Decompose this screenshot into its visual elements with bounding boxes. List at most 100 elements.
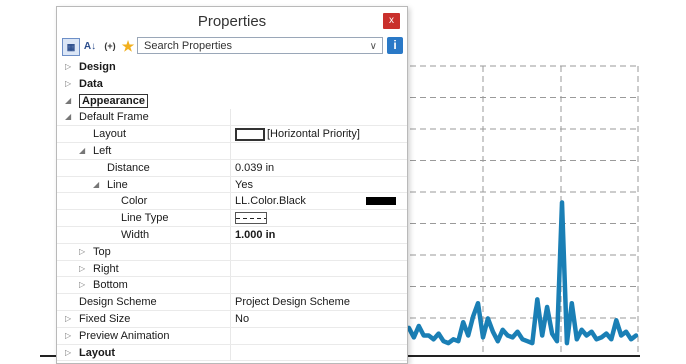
property-row[interactable]: ◢ Appearance — [57, 93, 407, 110]
property-name-text: Design — [79, 61, 116, 73]
column-divider — [230, 109, 231, 126]
property-row[interactable]: Width 1.000 in — [57, 226, 407, 244]
property-name-text: Top — [93, 245, 111, 258]
property-value-text: Project Design Scheme — [235, 296, 350, 309]
property-name-text: Line Type — [121, 212, 169, 225]
property-value[interactable]: 1.000 in — [235, 227, 275, 244]
close-button[interactable]: x — [383, 13, 400, 29]
property-name-text: Data — [79, 77, 103, 90]
property-row[interactable]: Color LL.Color.Black — [57, 193, 407, 211]
property-value[interactable]: Yes — [235, 177, 253, 194]
property-row[interactable]: Design Scheme Project Design Scheme — [57, 294, 407, 311]
property-value[interactable] — [235, 210, 267, 227]
collapse-arrow-icon[interactable]: ▷ — [79, 277, 85, 294]
property-name: Width — [121, 227, 149, 244]
property-row[interactable]: ◢ Line Yes — [57, 176, 407, 194]
property-row[interactable]: ▷ Top — [57, 243, 407, 261]
property-value[interactable]: No — [235, 311, 249, 328]
property-name: Distance — [107, 160, 150, 177]
collapse-arrow-icon[interactable]: ▷ — [65, 76, 71, 93]
column-divider — [230, 294, 231, 310]
property-name-text: Layout — [93, 128, 127, 141]
title-bar: Properties x — [57, 7, 407, 35]
property-name: Bottom — [93, 277, 128, 294]
info-button[interactable]: i — [387, 37, 403, 54]
property-name-text: Left — [93, 144, 112, 157]
property-value[interactable]: 0.039 in — [235, 160, 274, 177]
property-row[interactable]: ▷ Fixed Size No — [57, 310, 407, 328]
collapse-arrow-icon[interactable]: ▷ — [65, 59, 71, 76]
column-divider — [230, 142, 231, 159]
favorites-star-icon[interactable]: ★ — [120, 38, 136, 54]
property-row[interactable]: Distance 0.039 in — [57, 159, 407, 177]
column-divider — [230, 277, 231, 294]
property-row[interactable]: ◢ Left — [57, 142, 407, 160]
property-name: Design — [79, 59, 116, 76]
property-name-text: Layout — [79, 346, 116, 359]
column-divider — [230, 310, 231, 327]
property-value-text: 0.039 in — [235, 161, 275, 174]
column-divider — [230, 159, 231, 176]
collapse-arrow-icon[interactable]: ▷ — [79, 244, 85, 261]
collapse-arrow-icon[interactable]: ▷ — [65, 311, 71, 328]
property-row[interactable]: Line Type — [57, 210, 407, 227]
property-row[interactable]: ▷ Layout — [57, 344, 407, 362]
property-name: Line — [107, 177, 128, 194]
expand-arrow-icon[interactable]: ◢ — [65, 93, 71, 110]
formula-icon[interactable]: (+) — [100, 38, 120, 54]
column-divider — [230, 260, 231, 277]
property-name-text: Preview Animation — [79, 329, 170, 342]
line-type-preview — [235, 212, 267, 225]
property-name: Layout — [93, 126, 126, 143]
expand-arrow-icon[interactable]: ◢ — [65, 109, 71, 126]
column-divider — [230, 226, 231, 243]
search-properties-input[interactable]: Search Properties ∨ — [137, 37, 383, 54]
collapse-arrow-icon[interactable]: ▷ — [79, 261, 85, 278]
property-row[interactable]: ◢ Default Frame — [57, 109, 407, 127]
property-row[interactable]: ▷ Bottom — [57, 277, 407, 295]
expand-arrow-icon[interactable]: ◢ — [93, 177, 99, 194]
property-name-text: Distance — [107, 161, 150, 174]
expand-arrow-icon[interactable]: ◢ — [79, 143, 85, 160]
property-name: Color — [121, 193, 147, 210]
collapse-arrow-icon[interactable]: ▷ — [65, 328, 71, 345]
property-value[interactable]: LL.Color.Black — [235, 193, 306, 210]
column-divider — [230, 126, 231, 142]
property-row[interactable]: ▷ Design — [57, 59, 407, 76]
property-name-text: Bottom — [93, 279, 128, 292]
property-row[interactable]: ▷ Preview Animation — [57, 327, 407, 345]
property-name-text: Fixed Size — [79, 312, 131, 325]
property-name: Appearance — [79, 93, 148, 110]
collapse-arrow-icon[interactable]: ▷ — [65, 345, 71, 362]
search-placeholder: Search Properties — [144, 40, 233, 52]
property-name: Preview Animation — [79, 328, 170, 345]
property-name: Left — [93, 143, 111, 160]
column-divider — [230, 210, 231, 226]
property-name: Data — [79, 76, 103, 93]
categorized-icon[interactable]: ▦ — [62, 38, 80, 56]
property-value-text: [Horizontal Priority] — [267, 128, 360, 141]
property-name: Line Type — [121, 210, 169, 227]
property-name-text: Design Scheme — [79, 296, 157, 309]
property-row[interactable]: Layout [Horizontal Priority] — [57, 126, 407, 143]
property-value-text: No — [235, 312, 250, 325]
property-name-text: Right — [93, 262, 119, 275]
color-swatch[interactable] — [366, 197, 396, 206]
property-row[interactable]: ▷ Right — [57, 260, 407, 278]
property-grid: ▷ Design ▷ Data ◢ Appearance ◢ Default Frame Lay… — [57, 59, 407, 362]
property-value[interactable]: Project Design Scheme — [235, 294, 350, 311]
chevron-down-icon[interactable]: ∨ — [370, 38, 377, 55]
property-row[interactable]: ▷ Data — [57, 76, 407, 93]
property-value-text: LL.Color.Black — [235, 195, 306, 208]
property-value-text: 1.000 in — [235, 228, 276, 241]
property-value-text: Yes — [235, 178, 253, 191]
column-divider — [230, 327, 231, 344]
toolbar: ▦ A↓ (+) ★ Search Properties ∨ i — [57, 35, 407, 57]
property-name: Top — [93, 244, 111, 261]
property-name: Layout — [79, 345, 115, 362]
window-title: Properties — [197, 13, 267, 30]
column-divider — [230, 193, 231, 210]
property-name-text: Appearance — [79, 93, 148, 108]
sort-alphabetical-icon[interactable]: A↓ — [82, 38, 98, 54]
property-value[interactable]: [Horizontal Priority] — [235, 126, 360, 143]
